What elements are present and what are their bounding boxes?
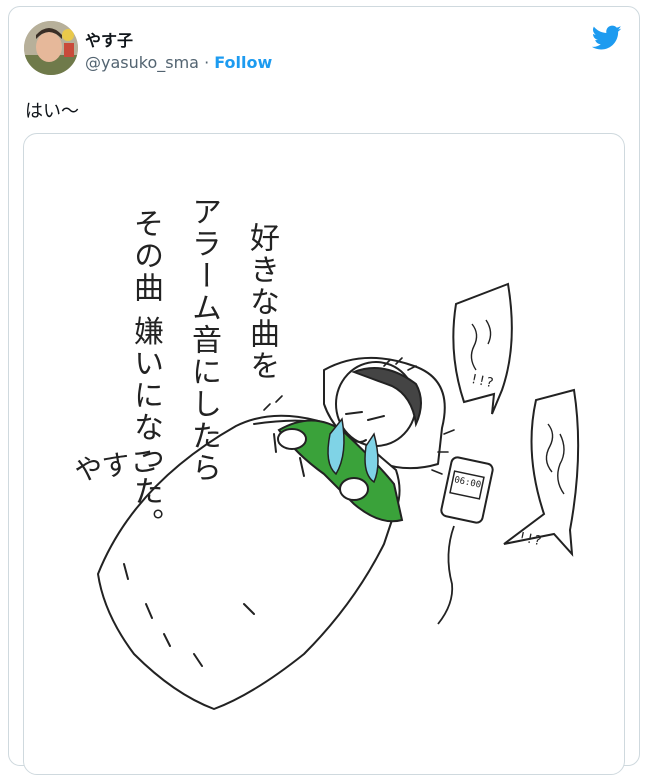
avatar-image	[24, 21, 78, 75]
user-handle[interactable]: @yasuko_sma	[85, 53, 199, 72]
display-name[interactable]: やす子	[85, 27, 133, 51]
avatar[interactable]	[24, 21, 78, 75]
twitter-bird-icon[interactable]	[592, 25, 622, 51]
caption-line-1: 好きな曲を	[244, 222, 279, 382]
tweet-media[interactable]: 好きな曲を アラーム音にしたら その曲 嫌いになった。 やすこ 06:00 !!…	[23, 133, 625, 775]
tweet-text: はい〜	[25, 101, 79, 122]
handle-row: @yasuko_sma · Follow	[85, 53, 272, 72]
separator-dot: ·	[204, 53, 210, 72]
caption-line-2: アラーム音にしたら	[186, 196, 221, 484]
follow-button[interactable]: Follow	[214, 53, 272, 72]
tweet-card: やす子 @yasuko_sma · Follow はい〜 好きな曲を アラーム音…	[8, 6, 640, 775]
caption-line-3: その曲 嫌いになった。	[128, 208, 163, 540]
